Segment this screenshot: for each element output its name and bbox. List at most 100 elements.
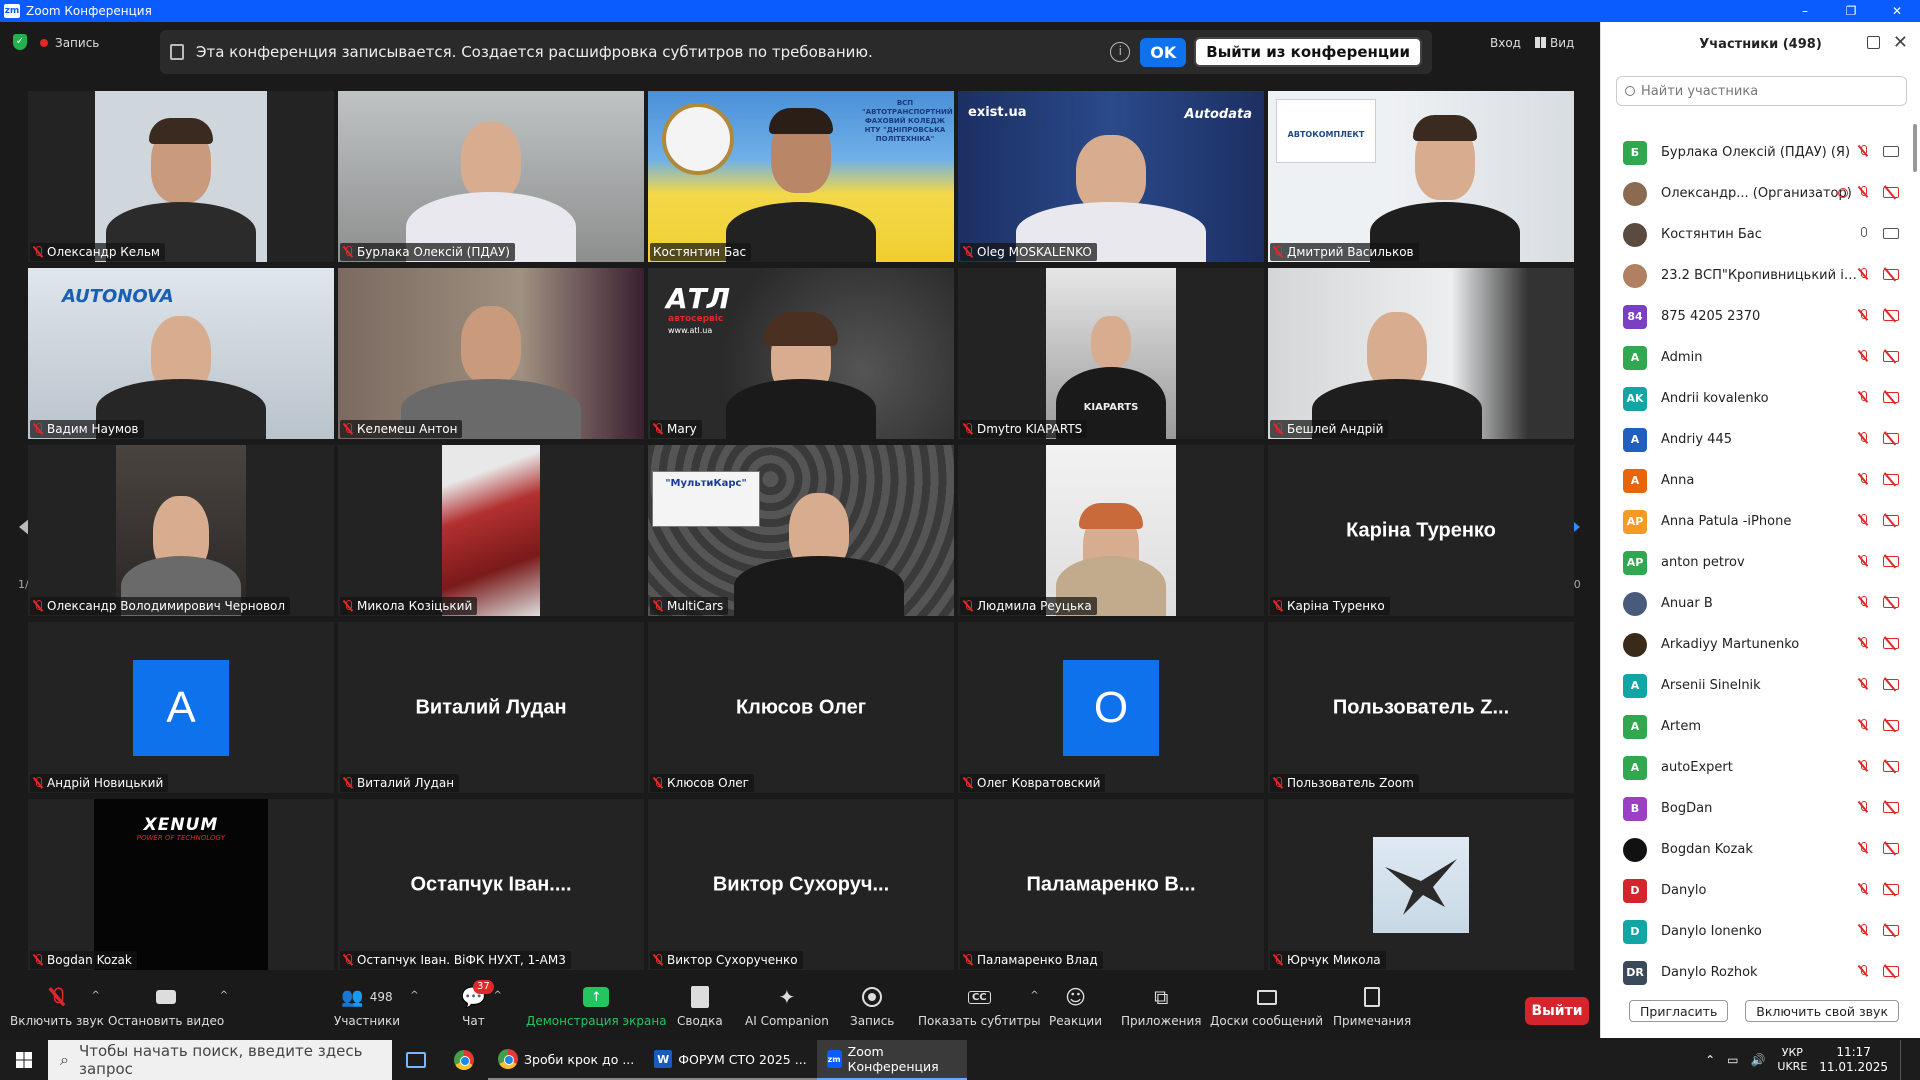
show-desktop-button[interactable]	[1900, 1040, 1906, 1080]
participant-list-scrollbar[interactable]	[1913, 122, 1917, 1002]
mic-muted-icon[interactable]	[1858, 350, 1868, 362]
mic-muted-icon[interactable]	[1858, 186, 1868, 198]
participants-options-caret[interactable]: ^	[410, 990, 418, 1001]
notes-button[interactable]: Примечания	[1333, 984, 1411, 1028]
mic-muted-icon[interactable]	[1858, 514, 1868, 526]
unmute-button[interactable]: ^ Включить звук	[10, 984, 104, 1028]
camera-off-icon[interactable]	[1883, 597, 1899, 608]
mic-muted-icon[interactable]	[1858, 268, 1868, 280]
mic-muted-icon[interactable]	[1858, 883, 1868, 895]
participants-button[interactable]: 👥 498 ^ Участники	[334, 984, 419, 1029]
mic-muted-icon[interactable]	[1858, 719, 1868, 731]
participant-row[interactable]: A Admin	[1601, 337, 1913, 378]
taskbar-window-zoom[interactable]: zm Zoom Конференция	[816, 1040, 967, 1080]
participant-tile[interactable]: Олександр Кельм	[28, 91, 334, 262]
participant-tile[interactable]: Бурлака Олексій (ПДАУ)	[338, 91, 644, 262]
camera-off-icon[interactable]	[1883, 351, 1899, 362]
camera-off-icon[interactable]	[1883, 925, 1899, 936]
mic-muted-icon[interactable]	[1858, 801, 1868, 813]
participant-list[interactable]: Б Бурлака Олексій (ПДАУ) (Я) Олександр... …	[1601, 132, 1913, 1002]
participant-row[interactable]: A Andriy 445	[1601, 419, 1913, 460]
participant-row[interactable]: B BogDan	[1601, 788, 1913, 829]
audio-options-caret[interactable]: ^	[92, 990, 100, 1001]
mic-muted-icon[interactable]	[1858, 555, 1868, 567]
mic-muted-icon[interactable]	[1858, 637, 1868, 649]
mic-muted-icon[interactable]	[1858, 842, 1868, 854]
participant-tile[interactable]: A Андрій Новицький	[28, 622, 334, 793]
maximize-button[interactable]: ❐	[1828, 0, 1874, 22]
participant-row[interactable]: AP Anna Patula -iPhone	[1601, 501, 1913, 542]
whiteboards-button[interactable]: Доски сообщений	[1210, 984, 1323, 1028]
camera-icon[interactable]	[1883, 146, 1899, 157]
ai-companion-button[interactable]: ✦ AI Companion	[745, 984, 829, 1028]
participant-tile[interactable]: exist.ua Autodata Oleg MOSKALENKO	[958, 91, 1264, 262]
camera-off-icon[interactable]	[1883, 515, 1899, 526]
close-window-button[interactable]: ✕	[1874, 0, 1920, 22]
camera-off-icon[interactable]	[1883, 269, 1899, 280]
taskbar-search[interactable]: ⌕ Чтобы начать поиск, введите здесь запр…	[48, 1040, 392, 1080]
participant-row[interactable]: D Danylo	[1601, 870, 1913, 911]
participant-row[interactable]: A Arsenii Sinelnik	[1601, 665, 1913, 706]
mic-muted-icon[interactable]	[1858, 760, 1868, 772]
participant-tile[interactable]: Келемеш Антон	[338, 268, 644, 439]
view-button[interactable]: Вид	[1534, 36, 1574, 50]
camera-off-icon[interactable]	[1883, 802, 1899, 813]
participant-tile[interactable]: XENUM POWER OF TECHNOLOGY Bogdan Kozak	[28, 799, 334, 970]
camera-off-icon[interactable]	[1883, 187, 1899, 198]
taskbar-window-chrome[interactable]: Зроби крок до ...	[488, 1040, 645, 1080]
record-button[interactable]: Запись	[850, 984, 894, 1028]
unmute-myself-button[interactable]: Включить свой звук	[1745, 1000, 1899, 1022]
participant-row[interactable]: D Danylo Ionenko	[1601, 911, 1913, 952]
show-captions-button[interactable]: CC ^ Показать субтитры	[918, 984, 1041, 1028]
participant-tile[interactable]: Микола Козіцький	[338, 445, 644, 616]
enter-button[interactable]: Вход	[1490, 36, 1521, 50]
participant-row[interactable]: 23.2 ВСП"Кропивницький інже...	[1601, 255, 1913, 296]
apps-button[interactable]: ⧉ Приложения	[1121, 984, 1202, 1028]
participant-tile[interactable]: Виктор Сухоруч... Виктор Сухорученко	[648, 799, 954, 970]
mic-muted-icon[interactable]	[1858, 432, 1868, 444]
participant-row[interactable]: A Anna	[1601, 460, 1913, 501]
ok-button[interactable]: OK	[1140, 37, 1187, 67]
participant-row[interactable]: Олександр... (Организатор)	[1601, 173, 1913, 214]
participant-row[interactable]: 84 875 4205 2370	[1601, 296, 1913, 337]
participant-tile[interactable]: Каріна Туренко Каріна Туренко	[1268, 445, 1574, 616]
close-panel-icon[interactable]: ✕	[1893, 32, 1908, 53]
share-screen-button[interactable]: ↑ Демонстрация экрана	[526, 984, 667, 1028]
participant-row[interactable]: AK Andrii kovalenko	[1601, 378, 1913, 419]
participant-search[interactable]	[1616, 76, 1907, 106]
popout-icon[interactable]	[1867, 36, 1880, 49]
minimize-button[interactable]: –	[1782, 0, 1828, 22]
participant-tile[interactable]: Людмила Реуцька	[958, 445, 1264, 616]
participant-row[interactable]: Anuar B	[1601, 583, 1913, 624]
camera-off-icon[interactable]	[1883, 392, 1899, 403]
camera-icon[interactable]	[1883, 228, 1899, 239]
start-button[interactable]	[0, 1040, 48, 1080]
camera-off-icon[interactable]	[1883, 966, 1899, 977]
taskbar-app-pc[interactable]	[392, 1040, 440, 1080]
active-speaker-tile[interactable]: ВСП "АВТОТРАНСПОРТНИЙ ФАХОВИЙ КОЛЕДЖ НТУ…	[648, 91, 954, 262]
participant-tile[interactable]: Бешлей Андрій	[1268, 268, 1574, 439]
info-icon[interactable]: i	[1110, 42, 1131, 62]
summary-button[interactable]: Сводка	[677, 984, 723, 1028]
taskbar-window-word[interactable]: W ФОРУМ СТО 2025 ...	[644, 1040, 817, 1080]
camera-off-icon[interactable]	[1883, 679, 1899, 690]
language-indicator[interactable]: УКР UKRE	[1777, 1046, 1807, 1074]
scrollbar-thumb[interactable]	[1913, 124, 1917, 172]
camera-off-icon[interactable]	[1883, 720, 1899, 731]
camera-off-icon[interactable]	[1883, 433, 1899, 444]
participant-tile[interactable]: Остапчук Іван.... Остапчук Іван. ВіФК НУ…	[338, 799, 644, 970]
camera-off-icon[interactable]	[1883, 310, 1899, 321]
participant-row[interactable]: AP anton petrov	[1601, 542, 1913, 583]
leave-button[interactable]: Выйти	[1525, 997, 1589, 1025]
participant-row[interactable]: Arkadiyy Martunenko	[1601, 624, 1913, 665]
mic-muted-icon[interactable]	[1858, 145, 1868, 157]
mic-muted-icon[interactable]	[1858, 473, 1868, 485]
participant-row[interactable]: Bogdan Kozak	[1601, 829, 1913, 870]
participant-tile[interactable]: O Олег Ковратовский	[958, 622, 1264, 793]
participant-tile[interactable]: AUTONOVA Вадим Наумов	[28, 268, 334, 439]
network-icon[interactable]: ▭	[1727, 1053, 1738, 1067]
participant-tile[interactable]: АВТОКОМПЛЕКТ Дмитрий Васильков	[1268, 91, 1574, 262]
recording-indicator[interactable]: Запись	[40, 32, 99, 54]
volume-icon[interactable]: 🔊	[1750, 1053, 1765, 1067]
participant-tile[interactable]: Олександр Володимирович Черновол	[28, 445, 334, 616]
